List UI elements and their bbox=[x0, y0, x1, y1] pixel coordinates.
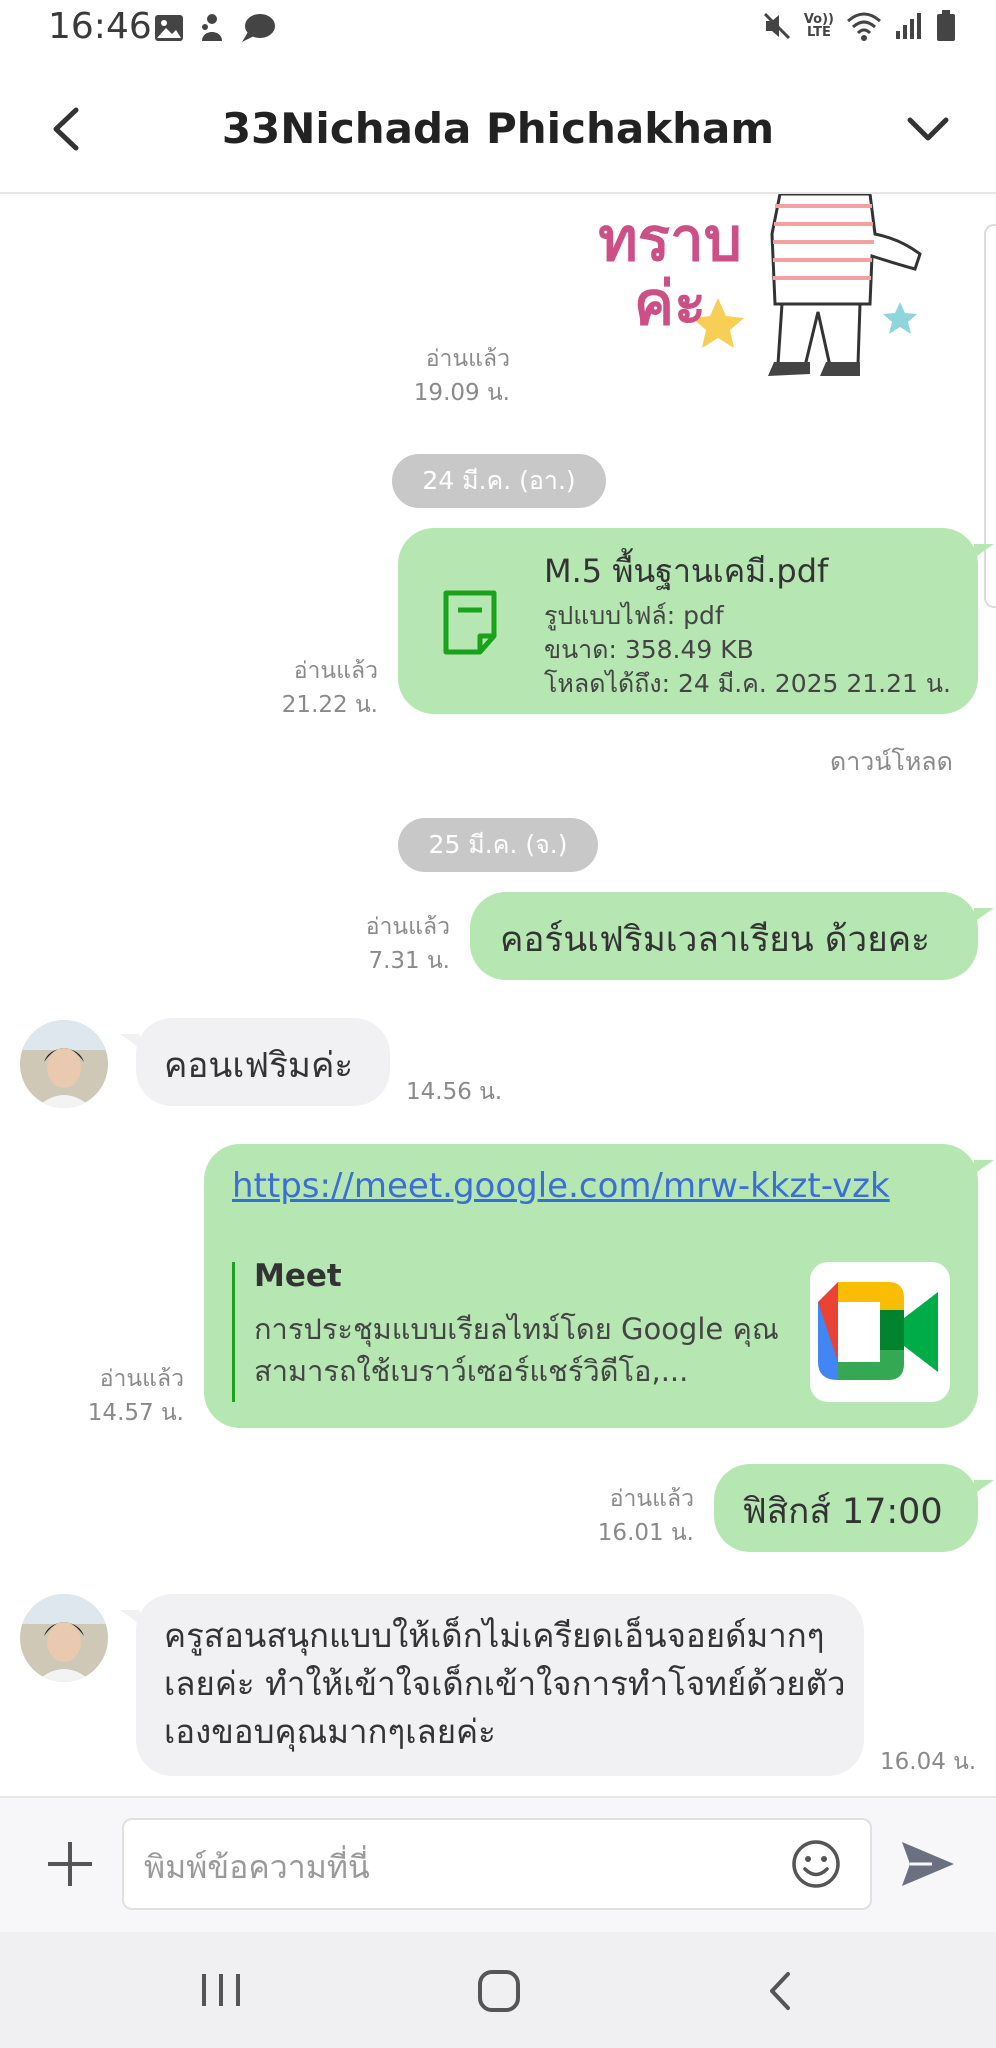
home-icon bbox=[478, 1970, 520, 2012]
message-time: 21.22 น. bbox=[281, 692, 378, 718]
status-right-icons: Vo)) LTE bbox=[762, 10, 956, 42]
message-time: 14.57 น. bbox=[87, 1400, 184, 1426]
emoji-button[interactable] bbox=[790, 1838, 842, 1890]
bubble-tail bbox=[974, 1160, 994, 1174]
preview-title: Meet bbox=[254, 1258, 342, 1294]
back-arrow-icon bbox=[770, 1972, 790, 2010]
back-nav-button[interactable] bbox=[756, 1966, 806, 2016]
plus-icon bbox=[48, 1842, 92, 1886]
message-time: 7.31 น. bbox=[368, 948, 450, 974]
message-time: 16.04 น. bbox=[880, 1749, 977, 1775]
message-time: 16.01 น. bbox=[597, 1520, 694, 1546]
chevron-down-icon bbox=[907, 117, 949, 141]
read-label: อ่านแล้ว bbox=[293, 658, 378, 684]
chat-bubble-icon bbox=[242, 14, 275, 42]
avatar[interactable] bbox=[20, 1594, 108, 1682]
preview-description: การประชุมแบบเรียลไทม์โดย Google คุณสามาร… bbox=[254, 1312, 779, 1388]
home-button[interactable] bbox=[474, 1966, 524, 2016]
chat-header: 33Nichada Phichakham bbox=[0, 66, 996, 194]
read-label: อ่านแล้ว bbox=[425, 346, 510, 372]
read-label: อ่านแล้ว bbox=[99, 1366, 184, 1392]
read-label: อ่านแล้ว bbox=[609, 1486, 694, 1512]
avatar[interactable] bbox=[20, 1020, 108, 1108]
add-button[interactable] bbox=[40, 1834, 100, 1894]
mute-icon bbox=[763, 12, 790, 40]
bubble-tail bbox=[120, 1034, 140, 1048]
menu-toggle-button[interactable] bbox=[898, 94, 958, 164]
read-label: อ่านแล้ว bbox=[365, 914, 450, 940]
recent-apps-icon bbox=[202, 1974, 240, 2006]
file-message-bubble[interactable]: M.5 พื้นฐานเคมี.pdf รูปแบบไฟล์: pdf ขนาด… bbox=[398, 528, 978, 714]
battery-icon bbox=[937, 10, 955, 41]
wifi-icon bbox=[847, 12, 881, 41]
link-url[interactable]: https://meet.google.com/mrw-kkzt-vzk bbox=[232, 1166, 890, 1206]
file-name: M.5 พื้นฐานเคมี.pdf bbox=[544, 552, 829, 590]
message-text: คอร์นเฟริมเวลาเรียน ด้วยคะ bbox=[500, 920, 930, 960]
gesture-icon bbox=[202, 14, 222, 41]
message-text: คอนเฟริมค่ะ bbox=[164, 1046, 354, 1086]
avatar-photo bbox=[20, 1594, 108, 1682]
image-icon bbox=[155, 15, 183, 41]
outgoing-message-bubble[interactable]: ฟิสิกส์ 17:00 bbox=[714, 1464, 978, 1552]
preview-divider bbox=[232, 1262, 235, 1402]
message-time: 19.09 น. bbox=[413, 380, 510, 406]
file-read-status: อ่านแล้ว 21.22 น. bbox=[240, 654, 378, 722]
message-time: 14.56 น. bbox=[406, 1079, 503, 1105]
download-link[interactable]: ดาวน์โหลด bbox=[830, 742, 953, 782]
message-input-bar: พิมพ์ข้อความที่นี่ bbox=[0, 1796, 996, 1932]
recent-apps-button[interactable] bbox=[196, 1968, 246, 2012]
message-text: ฟิสิกส์ 17:00 bbox=[742, 1492, 943, 1532]
google-meet-icon bbox=[818, 1282, 938, 1380]
link-read-status: อ่านแล้ว 14.57 น. bbox=[60, 1362, 184, 1430]
incoming-message-bubble[interactable]: ครูสอนสนุกแบบให้เด็กไม่เครียดเอ็นจอยด์มา… bbox=[136, 1594, 864, 1776]
avatar-photo bbox=[20, 1020, 108, 1108]
message-read-status: อ่านแล้ว 7.31 น. bbox=[330, 910, 450, 978]
sticker[interactable]: ทราบ ค่ะ bbox=[560, 194, 940, 394]
system-navigation-bar bbox=[0, 1932, 996, 2048]
signal-icon bbox=[896, 13, 921, 39]
incoming-message-bubble[interactable]: คอนเฟริมค่ะ bbox=[136, 1018, 390, 1106]
chat-area[interactable]: ทราบ ค่ะ อ่านแล้ว 19.09 น. 24 มี.ค. (อา.… bbox=[0, 194, 996, 1794]
document-icon bbox=[443, 590, 497, 655]
bubble-tail bbox=[974, 1480, 994, 1494]
status-left-icons bbox=[154, 12, 276, 44]
sticker-text: ทราบ ค่ะ bbox=[598, 205, 742, 339]
smiley-icon bbox=[792, 1840, 840, 1888]
file-expiry: โหลดได้ถึง: 24 มี.ค. 2025 21.21 น. bbox=[544, 669, 951, 698]
preview-thumbnail[interactable] bbox=[810, 1262, 950, 1402]
status-time: 16:46 bbox=[48, 6, 152, 47]
message-text: ครูสอนสนุกแบบให้เด็กไม่เครียดเอ็นจอยด์มา… bbox=[164, 1616, 846, 1751]
bubble-tail bbox=[120, 1610, 140, 1624]
date-separator: 25 มี.ค. (จ.) bbox=[398, 818, 598, 872]
date-separator: 24 มี.ค. (อา.) bbox=[392, 454, 606, 508]
message-read-status: อ่านแล้ว 16.01 น. bbox=[570, 1482, 694, 1550]
send-icon bbox=[902, 1842, 954, 1886]
sticker-read-status: อ่านแล้ว 19.09 น. bbox=[380, 342, 510, 410]
input-placeholder: พิมพ์ข้อความที่นี่ bbox=[144, 1848, 370, 1886]
outgoing-message-bubble[interactable]: คอร์นเฟริมเวลาเรียน ด้วยคะ bbox=[470, 892, 978, 980]
link-message-bubble[interactable]: https://meet.google.com/mrw-kkzt-vzk Mee… bbox=[204, 1144, 978, 1428]
bubble-tail bbox=[974, 908, 994, 922]
volte-icon: Vo)) LTE bbox=[803, 12, 834, 40]
page-title: 33Nichada Phichakham bbox=[221, 104, 775, 153]
send-button[interactable] bbox=[896, 1834, 960, 1894]
bubble-tail bbox=[974, 544, 994, 558]
message-input[interactable]: พิมพ์ข้อความที่นี่ bbox=[122, 1818, 872, 1910]
